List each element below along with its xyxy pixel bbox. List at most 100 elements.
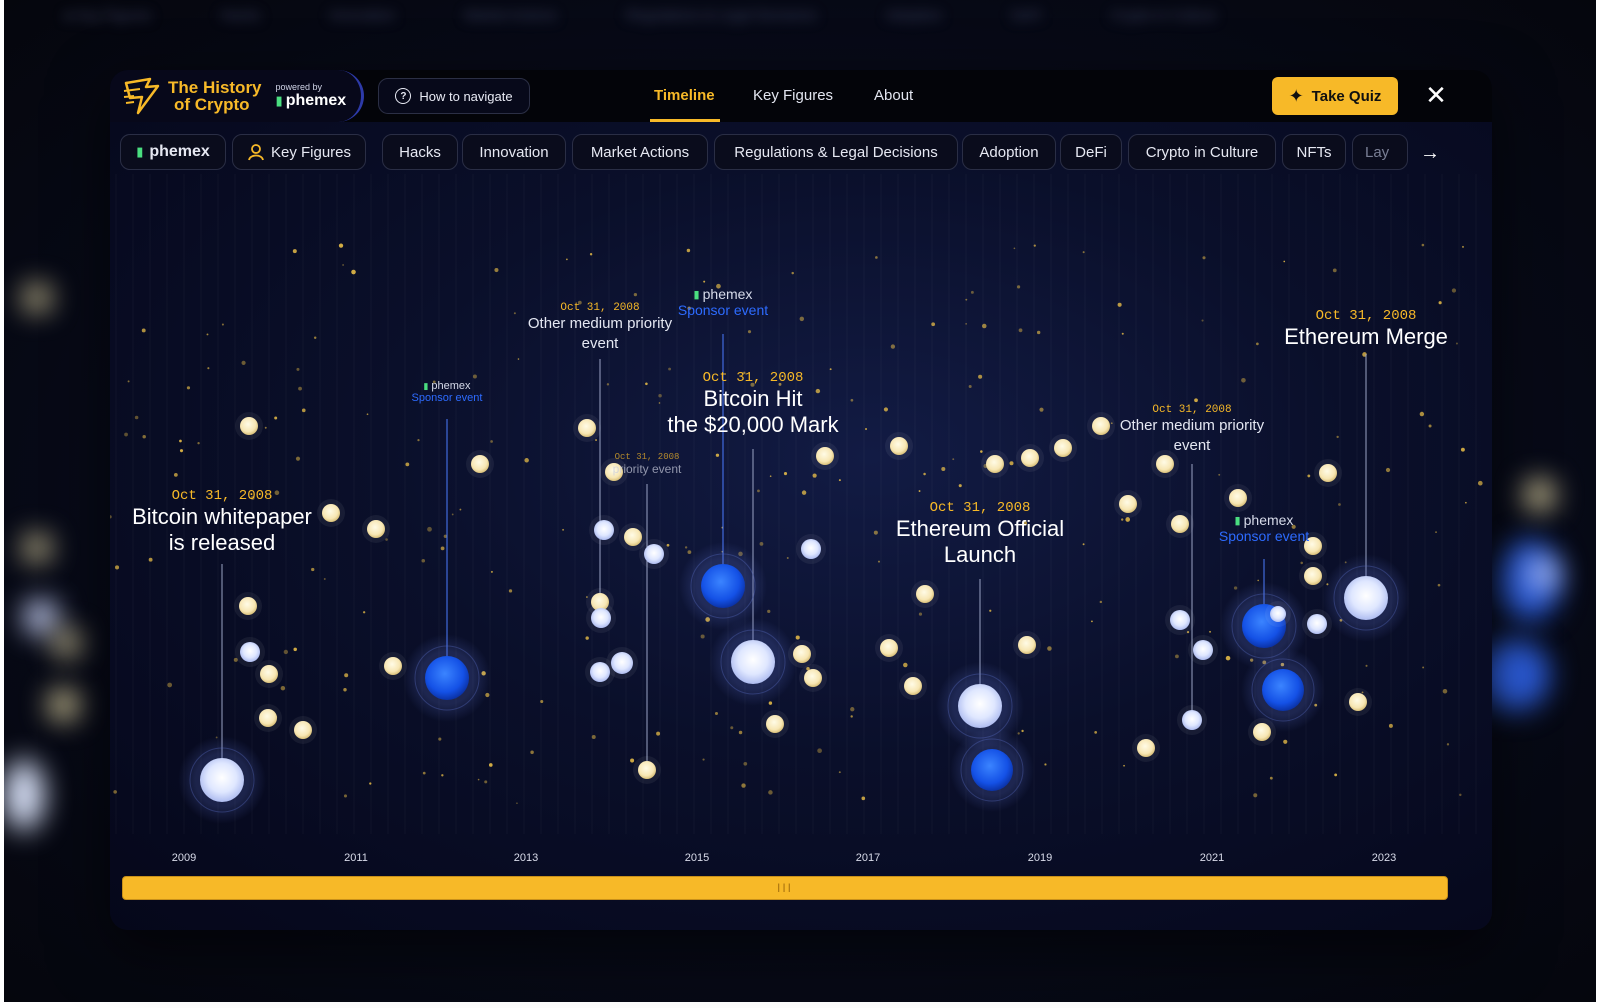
star-dot	[362, 611, 366, 614]
powered-by-label: powered by	[275, 82, 323, 92]
star-dot	[1202, 256, 1206, 260]
star-dot	[127, 380, 130, 383]
event-bitcoin-whitepaper[interactable]: Oct 31, 2008 Bitcoin whitepaper is relea…	[132, 488, 312, 556]
star-dot	[702, 758, 705, 761]
filter-crypto-in-culture[interactable]: Crypto in Culture	[1128, 134, 1276, 170]
star-dot	[1446, 743, 1450, 746]
event-date: Oct 31, 2008	[1152, 404, 1232, 416]
year-label: 2009	[171, 852, 197, 864]
star-dot	[148, 557, 153, 562]
filter-innovation[interactable]: Innovation	[462, 134, 566, 170]
close-button[interactable]: ✕	[1422, 82, 1450, 110]
take-quiz-button[interactable]: ✦ Take Quiz	[1272, 77, 1398, 115]
star-dot	[1428, 424, 1432, 428]
star-dot	[595, 439, 597, 441]
event-node	[1170, 610, 1190, 630]
tab-about[interactable]: About	[874, 87, 913, 104]
how-to-navigate-button[interactable]: ? How to navigate	[378, 78, 530, 114]
event-bitcoin-20000[interactable]: Oct 31, 2008 Bitcoin Hit the $20,000 Mar…	[667, 370, 838, 438]
minor-event-node	[239, 597, 257, 615]
sponsor-event-1[interactable]: ▮ phemex Sponsor event	[412, 380, 483, 404]
star-dot	[666, 543, 670, 547]
filter-hacks[interactable]: Hacks	[382, 134, 458, 170]
star-dot	[645, 382, 648, 386]
minor-event-node	[1119, 495, 1137, 513]
star-dot	[221, 323, 224, 326]
star-dot	[451, 513, 454, 516]
filter-layer[interactable]: Lay	[1352, 134, 1408, 170]
star-dot	[630, 758, 635, 763]
timeline-scrubber[interactable]: III	[122, 876, 1448, 900]
star-dot	[799, 316, 805, 322]
star-dot	[812, 473, 817, 478]
minor-event-node	[1253, 723, 1271, 741]
star-dot	[301, 408, 306, 413]
sponsor-label: Sponsor event	[1218, 528, 1310, 544]
brand-logo[interactable]: The History of Crypto powered by ▮ phemex	[110, 70, 364, 122]
star-dot	[1033, 244, 1036, 247]
star-dot	[417, 438, 420, 442]
star-dot	[1044, 763, 1047, 766]
filter-regulations[interactable]: Regulations & Legal Decisions	[714, 134, 958, 170]
take-quiz-label: Take Quiz	[1311, 87, 1382, 105]
star-dot	[134, 415, 139, 420]
event-ethereum-merge[interactable]: Oct 31, 2008 Ethereum Merge	[1284, 308, 1448, 350]
minor-event-node	[1229, 489, 1247, 507]
timeline-graphics	[110, 243, 1483, 824]
filter-defi[interactable]: DeFi	[1060, 134, 1122, 170]
sponsor-event-3[interactable]: ▮ phemex Sponsor event	[1219, 512, 1309, 544]
phemex-icon: ▮	[136, 144, 144, 159]
filter-adoption[interactable]: Adoption	[962, 134, 1056, 170]
event-other-medium-1[interactable]: Oct 31, 2008 Other medium priority event	[528, 302, 672, 354]
filter-market-actions[interactable]: Market Actions	[572, 134, 708, 170]
star-dot	[1091, 620, 1093, 623]
minor-event-node	[1018, 636, 1036, 654]
brand-title-line2: of Crypto	[174, 95, 250, 114]
modal-header: The History of Crypto powered by ▮ phemex…	[110, 70, 1492, 122]
minor-event-node	[367, 520, 385, 538]
filter-next-button[interactable]: →	[1420, 142, 1440, 165]
star-dot	[1477, 480, 1483, 486]
star-dot	[459, 508, 462, 511]
star-dot	[687, 550, 692, 555]
sponsor-label: Sponsor event	[411, 392, 483, 404]
star-dot	[1256, 342, 1259, 346]
sponsor-event-node	[425, 656, 469, 700]
star-dot	[861, 796, 866, 801]
event-other-medium-2[interactable]: Oct 31, 2008 Other medium priority event	[1120, 404, 1264, 456]
powered-by: powered by ▮ phemex	[276, 82, 347, 110]
star-dot	[873, 530, 878, 535]
brand-title-line1: The History	[168, 78, 262, 97]
event-date: Oct 31, 2008	[1315, 308, 1417, 324]
star-dot	[741, 783, 746, 788]
minor-event-node	[384, 657, 402, 675]
event-node	[200, 758, 244, 802]
event-ethereum-launch[interactable]: Oct 31, 2008 Ethereum Official Launch	[896, 500, 1064, 568]
filter-nfts[interactable]: NFTs	[1282, 134, 1346, 170]
star-dot	[113, 790, 117, 794]
star-dot	[351, 269, 356, 275]
sponsor-event-node	[971, 749, 1013, 791]
tab-timeline[interactable]: Timeline	[654, 87, 715, 104]
filter-key-figures[interactable]: Key Figures	[232, 134, 366, 170]
filter-phemex[interactable]: ▮ phemex	[120, 134, 226, 170]
star-dot	[1201, 319, 1204, 322]
timeline-canvas[interactable]: Oct 31, 2008 Bitcoin whitepaper is relea…	[110, 174, 1492, 834]
star-dot	[801, 490, 807, 495]
filter-phemex-label: phemex	[149, 143, 210, 160]
star-dot	[686, 248, 691, 253]
arrow-right-icon: →	[1420, 142, 1440, 164]
star-dot	[241, 360, 246, 365]
star-dot	[1021, 729, 1024, 733]
event-title-line2: event	[581, 335, 619, 352]
tab-key-figures[interactable]: Key Figures	[753, 87, 833, 104]
star-dot	[484, 780, 488, 784]
star-dot	[738, 730, 743, 735]
year-label: 2023	[1371, 852, 1397, 864]
sponsor-event-2[interactable]: ▮ phemex Sponsor event	[678, 286, 768, 318]
sparkle-icon: ✦	[1288, 85, 1304, 106]
star-dot	[656, 731, 661, 736]
star-dot	[1036, 330, 1041, 335]
star-dot	[516, 802, 518, 805]
event-low-priority[interactable]: Oct 31, 2008 priority event	[613, 452, 682, 476]
